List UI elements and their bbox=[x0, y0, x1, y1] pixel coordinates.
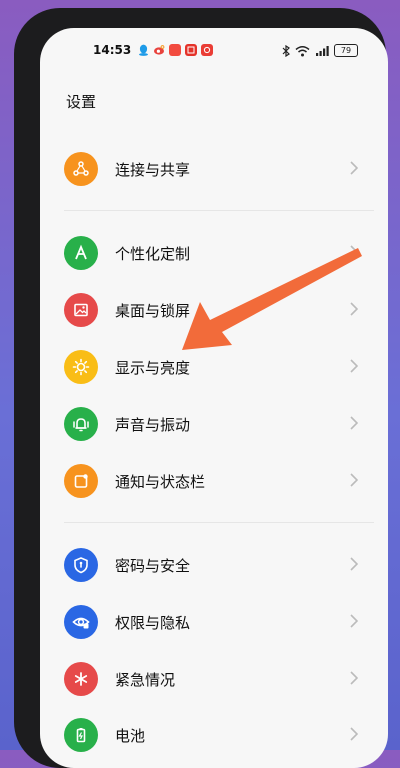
annotation-arrow bbox=[182, 248, 362, 350]
